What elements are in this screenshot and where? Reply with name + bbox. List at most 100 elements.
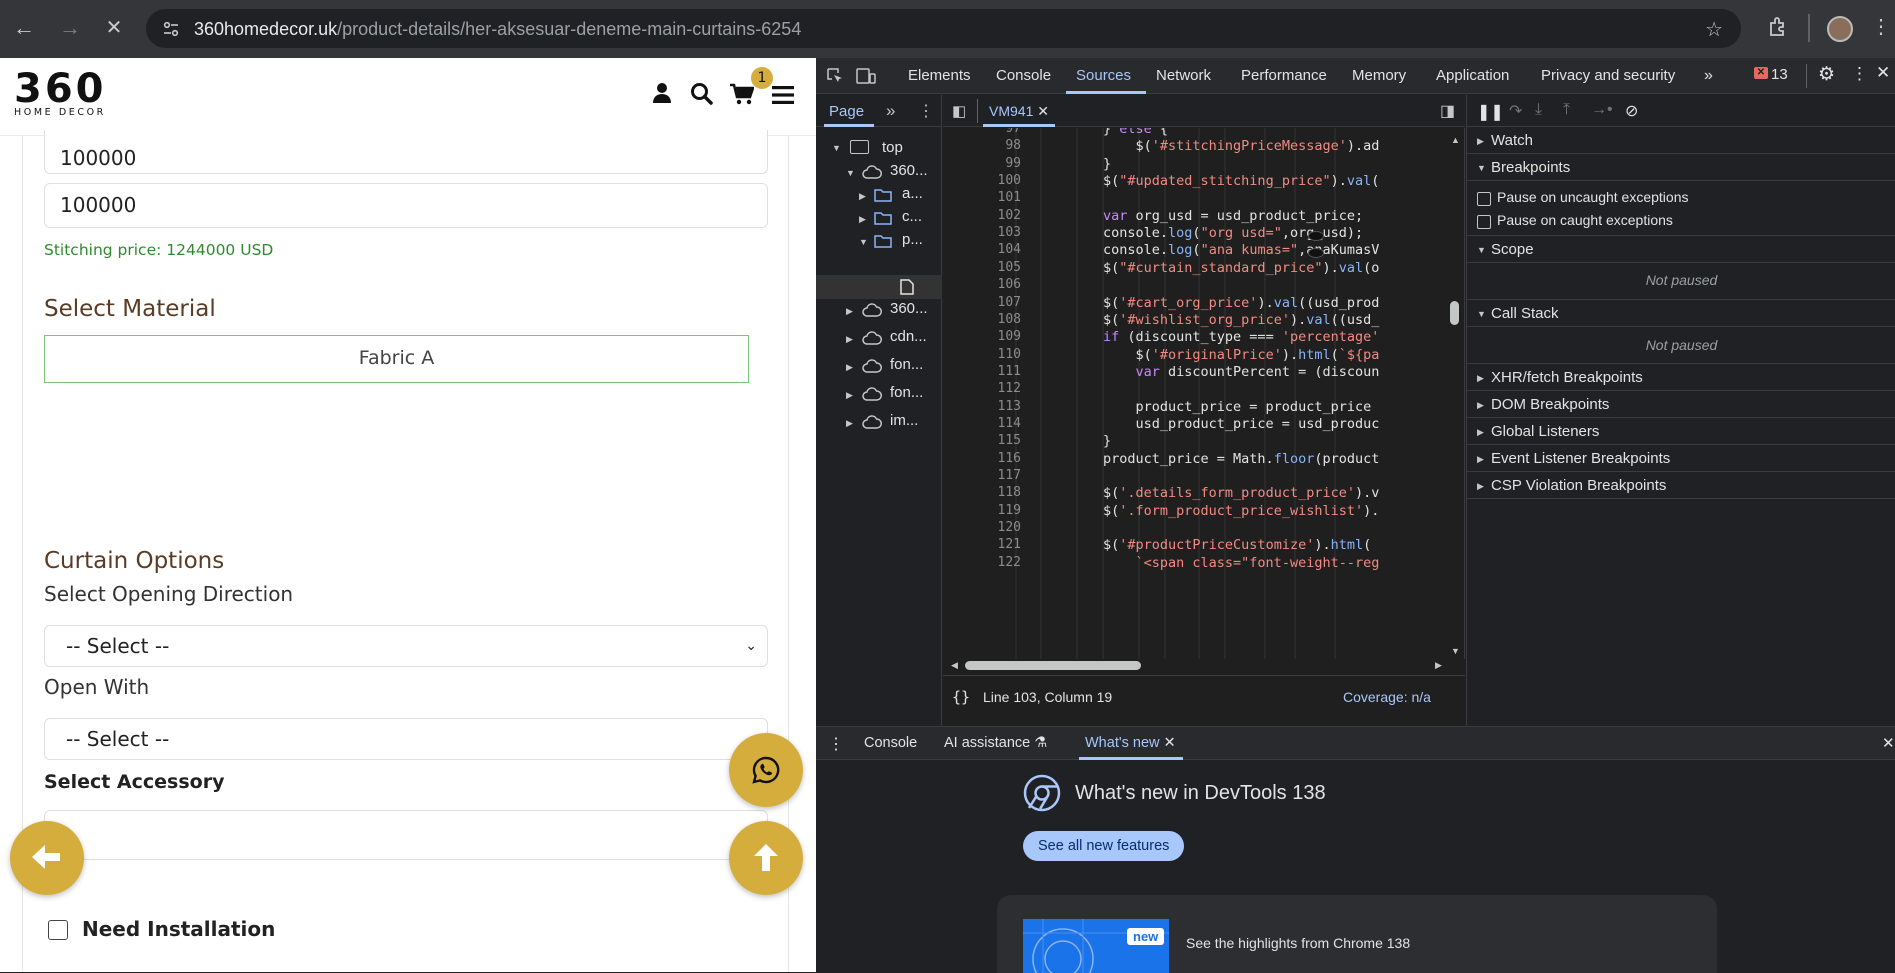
code-line[interactable]: console.log("org usd=",org_usd);	[1103, 225, 1363, 241]
toggle-navigator-icon[interactable]: ◧	[952, 102, 966, 120]
accessory-select[interactable]	[44, 810, 768, 860]
code-line[interactable]: $('.details_form_product_price').v	[1103, 485, 1379, 501]
see-all-features-button[interactable]: See all new features	[1023, 831, 1185, 861]
code-line[interactable]: console.log("ana kumas=",anaKumasV	[1103, 242, 1379, 258]
user-icon[interactable]	[652, 82, 672, 104]
inspect-element-icon[interactable]	[826, 67, 844, 85]
line-number[interactable]: 102	[943, 208, 1021, 223]
code-line[interactable]: $('#wishlist_org_price').val((usd_	[1103, 312, 1379, 328]
code-line[interactable]: var discountPercent = (discoun	[1103, 364, 1380, 380]
breakpoint-marker[interactable]	[1308, 248, 1324, 258]
back-icon[interactable]: ←	[10, 14, 38, 42]
coverage-link[interactable]: Coverage: n/a	[1343, 689, 1431, 705]
cart-icon[interactable]	[730, 83, 754, 105]
bookmark-star-icon[interactable]: ☆	[1705, 17, 1723, 42]
error-count[interactable]: 13	[1771, 66, 1788, 83]
toggle-debugger-icon[interactable]: ◨	[1440, 101, 1455, 121]
code-line[interactable]: product_price = product_price	[1103, 399, 1372, 415]
scroll-left-icon[interactable]: ◀	[951, 660, 958, 671]
material-option-fabric-a[interactable]: Fabric A	[44, 335, 749, 383]
section-event-listener-breakpoints[interactable]: ▶ Event Listener Breakpoints	[1467, 445, 1895, 472]
code-line[interactable]: }	[1103, 433, 1111, 449]
tab-performance[interactable]: Performance	[1241, 67, 1327, 84]
tab-page[interactable]: Page	[829, 103, 864, 120]
tree-item-folder-p[interactable]: p...	[902, 231, 923, 248]
line-number[interactable]: 112	[943, 381, 1021, 396]
collapse-arrow-icon[interactable]: ▶	[859, 214, 866, 225]
code-line[interactable]: if (discount_type === 'percentage'	[1103, 329, 1379, 345]
pretty-print-icon[interactable]: {}	[952, 688, 970, 706]
code-line[interactable]: $("#updated_stitching_price").val(	[1103, 173, 1379, 189]
search-icon[interactable]	[690, 82, 713, 105]
code-line[interactable]: product_price = Math.floor(product	[1103, 451, 1379, 467]
tree-item-cdn[interactable]: cdn...	[890, 328, 927, 345]
more-tabs-icon[interactable]: »	[1704, 67, 1713, 85]
line-number[interactable]: 111	[943, 364, 1021, 379]
line-number[interactable]: 98	[943, 138, 1021, 153]
line-number[interactable]: 100	[943, 173, 1021, 188]
expand-arrow-icon[interactable]: ▼	[859, 237, 868, 247]
tab-memory[interactable]: Memory	[1352, 67, 1406, 84]
line-number[interactable]: 115	[943, 433, 1021, 448]
line-number[interactable]: 109	[943, 329, 1021, 344]
line-number[interactable]: 117	[943, 468, 1021, 483]
close-drawer-icon[interactable]: ✕	[1882, 734, 1895, 752]
file-tab-vm941[interactable]: VM941 ✕	[989, 103, 1049, 120]
tree-item-origin[interactable]: 360...	[890, 162, 928, 179]
collapse-arrow-icon[interactable]: ▶	[859, 191, 866, 202]
close-tab-icon[interactable]: ✕	[1037, 103, 1049, 119]
line-number[interactable]: 105	[943, 260, 1021, 275]
pause-uncaught-checkbox[interactable]	[1477, 192, 1491, 206]
line-number[interactable]: 106	[943, 277, 1021, 292]
section-dom-breakpoints[interactable]: ▶ DOM Breakpoints	[1467, 391, 1895, 418]
collapse-arrow-icon[interactable]: ▶	[846, 418, 853, 429]
code-line[interactable]: $('.form_product_price_wishlist').	[1103, 503, 1379, 519]
scroll-down-icon[interactable]: ▼	[1451, 646, 1460, 656]
forward-icon[interactable]: →	[56, 14, 84, 42]
line-number[interactable]: 110	[943, 347, 1021, 362]
pause-caught-checkbox[interactable]	[1477, 215, 1491, 229]
drawer-tab-console[interactable]: Console	[864, 735, 917, 751]
tree-item-folder-c[interactable]: c...	[902, 208, 922, 225]
section-xhr-breakpoints[interactable]: ▶ XHR/fetch Breakpoints	[1467, 364, 1895, 391]
line-number[interactable]: 120	[943, 520, 1021, 535]
browser-menu-icon[interactable]: ⋮	[1871, 14, 1891, 39]
tab-application[interactable]: Application	[1436, 67, 1509, 84]
line-number[interactable]: 119	[943, 503, 1021, 518]
collapse-arrow-icon[interactable]: ▶	[846, 306, 853, 317]
device-toolbar-icon[interactable]	[856, 67, 876, 85]
drawer-tab-ai-assistance[interactable]: AI assistance ⚗	[944, 735, 1047, 751]
section-watch[interactable]: ▶ Watch	[1467, 127, 1895, 154]
line-number[interactable]: 104	[943, 242, 1021, 257]
hamburger-menu-icon[interactable]	[772, 86, 794, 104]
vertical-scroll-thumb[interactable]	[1450, 301, 1459, 325]
section-call-stack[interactable]: ▼ Call Stack	[1467, 300, 1895, 327]
tree-item-fonts-1[interactable]: fon...	[890, 356, 923, 373]
line-number[interactable]: 113	[943, 399, 1021, 414]
address-bar[interactable]: 360homedecor.uk/product-details/her-akse…	[146, 9, 1741, 48]
tab-privacy-security[interactable]: Privacy and security	[1541, 67, 1675, 84]
opening-direction-select[interactable]: -- Select -- ⌄	[44, 625, 768, 667]
line-number[interactable]: 99	[943, 156, 1021, 171]
step-icon[interactable]: →•	[1591, 101, 1613, 119]
more-navigator-tabs-icon[interactable]: »	[886, 101, 895, 121]
line-number[interactable]: 103	[943, 225, 1021, 240]
tab-network[interactable]: Network	[1156, 67, 1211, 84]
line-number[interactable]: 118	[943, 485, 1021, 500]
close-tab-icon[interactable]: ✕	[1164, 735, 1176, 751]
code-line[interactable]: `<span class="font-weight--reg	[1103, 555, 1380, 571]
navigator-menu-icon[interactable]: ⋮	[918, 101, 934, 121]
collapse-arrow-icon[interactable]: ▶	[846, 390, 853, 401]
step-over-icon[interactable]: ↷	[1509, 101, 1522, 121]
step-into-icon[interactable]: ⤓	[1535, 101, 1542, 119]
section-scope[interactable]: ▼ Scope	[1467, 236, 1895, 263]
code-line[interactable]: $('#originalPrice').html(`${pa	[1103, 347, 1380, 363]
need-installation-checkbox[interactable]	[48, 920, 68, 940]
drawer-tab-whats-new[interactable]: What's new ✕	[1085, 735, 1176, 751]
settings-gear-icon[interactable]: ⚙	[1818, 63, 1835, 86]
code-line[interactable]: $('#stitchingPriceMessage').ad	[1103, 138, 1380, 154]
expand-arrow-icon[interactable]: ▼	[832, 143, 841, 153]
code-line[interactable]: $('#productPriceCustomize').html(	[1103, 537, 1371, 553]
url-text[interactable]: 360homedecor.uk/product-details/her-akse…	[194, 19, 801, 40]
measurement-input-1[interactable]: 100000	[44, 130, 768, 174]
